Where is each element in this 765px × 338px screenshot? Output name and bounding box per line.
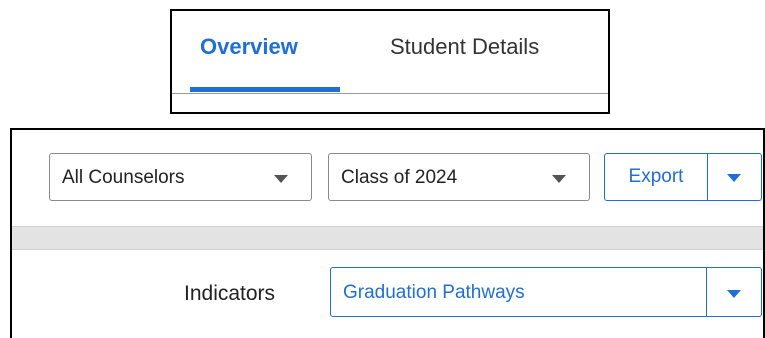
export-dropdown-toggle[interactable] bbox=[708, 154, 761, 200]
export-split-button: Export bbox=[604, 153, 762, 201]
counselor-select-value: All Counselors bbox=[62, 167, 185, 188]
chevron-down-icon bbox=[727, 290, 741, 298]
tab-overview[interactable]: Overview bbox=[190, 33, 340, 61]
active-tab-indicator bbox=[190, 87, 340, 92]
chevron-down-icon bbox=[727, 174, 741, 182]
class-year-select-value: Class of 2024 bbox=[341, 167, 458, 188]
filter-panel: All Counselors Class of 2024 Export Indi… bbox=[10, 128, 765, 338]
chevron-down-icon bbox=[274, 175, 288, 183]
section-divider-band bbox=[12, 226, 763, 250]
counselor-select[interactable]: All Counselors bbox=[49, 153, 312, 201]
indicators-label: Indicators bbox=[184, 282, 276, 305]
indicators-select[interactable]: Graduation Pathways bbox=[330, 267, 762, 317]
tab-student-details[interactable]: Student Details bbox=[390, 33, 539, 61]
chevron-down-icon bbox=[552, 175, 566, 183]
class-year-select[interactable]: Class of 2024 bbox=[328, 153, 590, 201]
indicators-select-value: Graduation Pathways bbox=[343, 282, 525, 303]
tab-bar-divider bbox=[172, 93, 608, 94]
indicators-select-divider bbox=[706, 268, 707, 316]
export-button[interactable]: Export bbox=[605, 154, 707, 200]
tab-bar: Overview Student Details bbox=[170, 9, 610, 114]
